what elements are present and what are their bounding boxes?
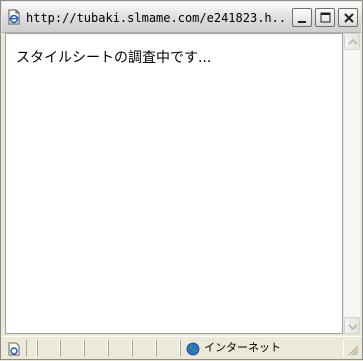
- status-bar: インターネット: [2, 336, 361, 359]
- resize-grip[interactable]: [346, 342, 360, 356]
- status-panel: [108, 340, 132, 357]
- loading-message: スタイルシートの調査中です...: [16, 50, 212, 66]
- title-bar[interactable]: http://tubaki.slmame.com/e241823.h...: [2, 2, 361, 33]
- chevron-down-icon: [348, 324, 358, 331]
- zone-label: インターネット: [204, 341, 281, 354]
- globe-icon: [186, 341, 200, 356]
- vertical-scrollbar[interactable]: [343, 33, 360, 334]
- status-panel: [26, 340, 37, 357]
- close-button[interactable]: [338, 8, 358, 27]
- status-panel: [37, 340, 60, 357]
- page-content[interactable]: スタイルシートの調査中です...: [5, 33, 343, 334]
- status-panel: [132, 340, 156, 357]
- status-panel: [84, 340, 108, 357]
- page-icon: [6, 341, 22, 357]
- status-panel: [60, 340, 84, 357]
- ie-page-icon[interactable]: [6, 9, 22, 25]
- minimize-button[interactable]: [292, 8, 312, 27]
- window-title: http://tubaki.slmame.com/e241823.h...: [26, 11, 284, 25]
- popup-window: http://tubaki.slmame.com/e241823.h... スタ…: [0, 0, 363, 360]
- scroll-down-button[interactable]: [344, 317, 360, 334]
- minimize-icon: [298, 21, 306, 23]
- maximize-icon: [321, 13, 330, 15]
- chevron-up-icon: [348, 38, 358, 45]
- status-panel: [156, 340, 180, 357]
- close-icon: [344, 13, 354, 23]
- scroll-up-button[interactable]: [344, 33, 360, 50]
- maximize-button[interactable]: [315, 8, 335, 27]
